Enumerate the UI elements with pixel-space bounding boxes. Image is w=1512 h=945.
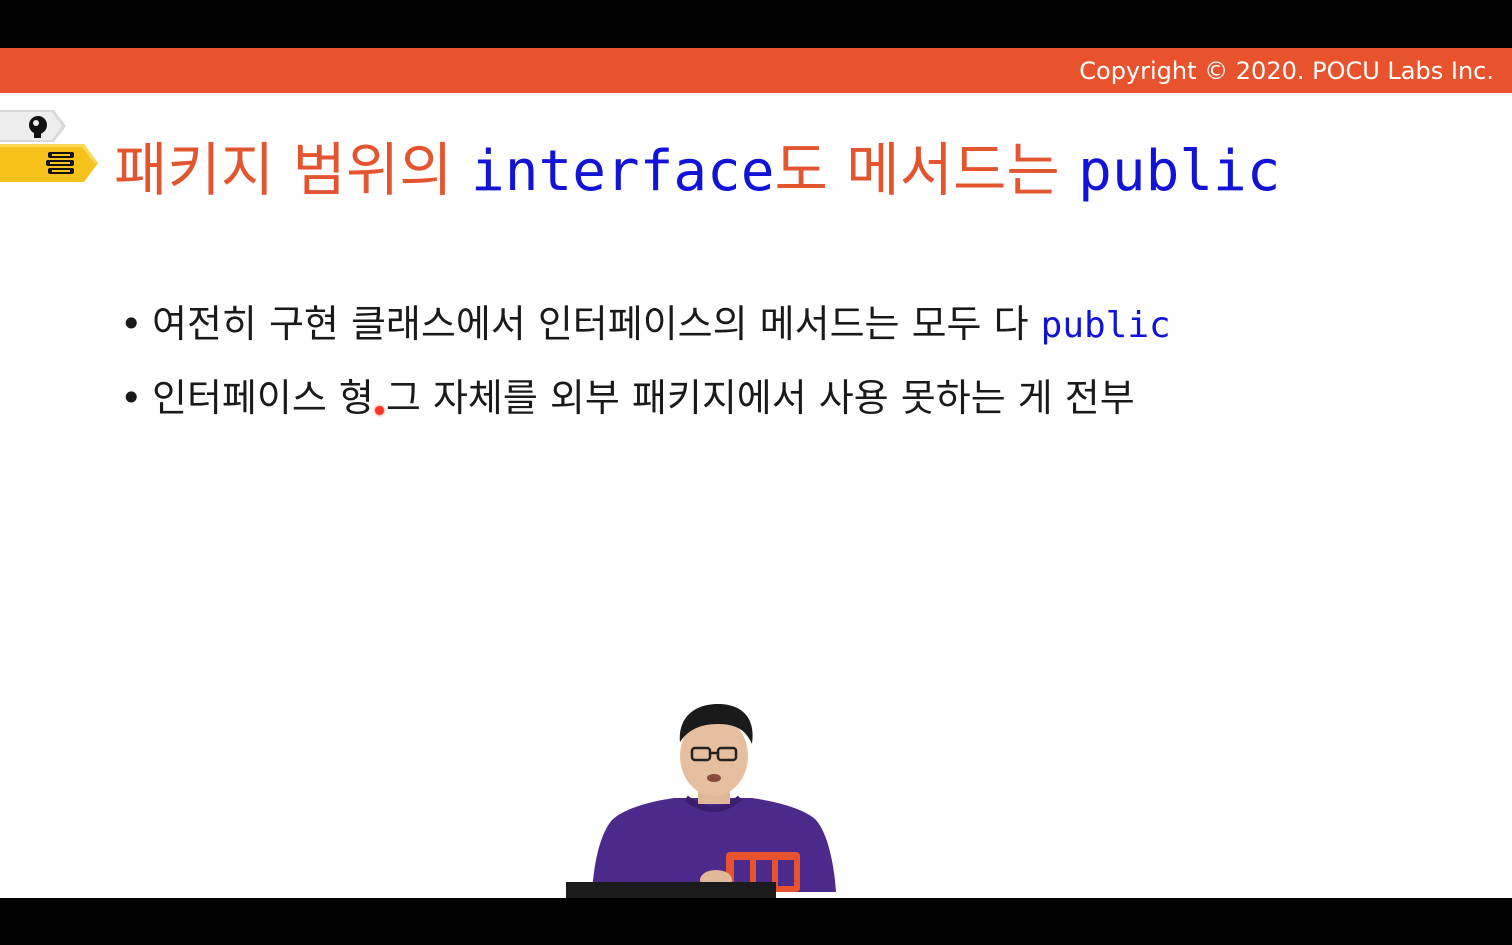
bullet-list: 여전히 구현 클래스에서 인터페이스의 메서드는 모두 다 public 인터페… <box>118 288 1171 434</box>
bullet-1-code: public <box>1040 305 1171 346</box>
bullet-1-text: 여전히 구현 클래스에서 인터페이스의 메서드는 모두 다 <box>152 302 1041 346</box>
slide: Copyright © 2020. POCU Labs Inc. 패키지 범위의… <box>0 48 1512 898</box>
video-frame: Copyright © 2020. POCU Labs Inc. 패키지 범위의… <box>0 0 1512 945</box>
title-code-public: public <box>1078 139 1281 204</box>
presenter-video <box>566 704 836 898</box>
bullet-2-text: 인터페이스 형 그 자체를 외부 패키지에서 사용 못하는 게 전부 <box>152 376 1135 420</box>
title-text-1: 패키지 범위의 <box>114 136 472 204</box>
bullet-item-1: 여전히 구현 클래스에서 인터페이스의 메서드는 모두 다 public <box>118 288 1171 362</box>
copyright-text: Copyright © 2020. POCU Labs Inc. <box>1079 57 1494 85</box>
laser-pointer-dot <box>375 406 384 415</box>
books-stack-icon <box>0 144 98 182</box>
head-brain-icon <box>0 110 66 142</box>
bullet-item-2: 인터페이스 형 그 자체를 외부 패키지에서 사용 못하는 게 전부 <box>118 362 1171 434</box>
title-code-interface: interface <box>471 139 775 204</box>
title-text-2: 도 메서드는 <box>774 136 1079 204</box>
slide-title: 패키지 범위의 interface도 메서드는 public <box>114 134 1280 208</box>
header-bar: Copyright © 2020. POCU Labs Inc. <box>0 48 1512 93</box>
